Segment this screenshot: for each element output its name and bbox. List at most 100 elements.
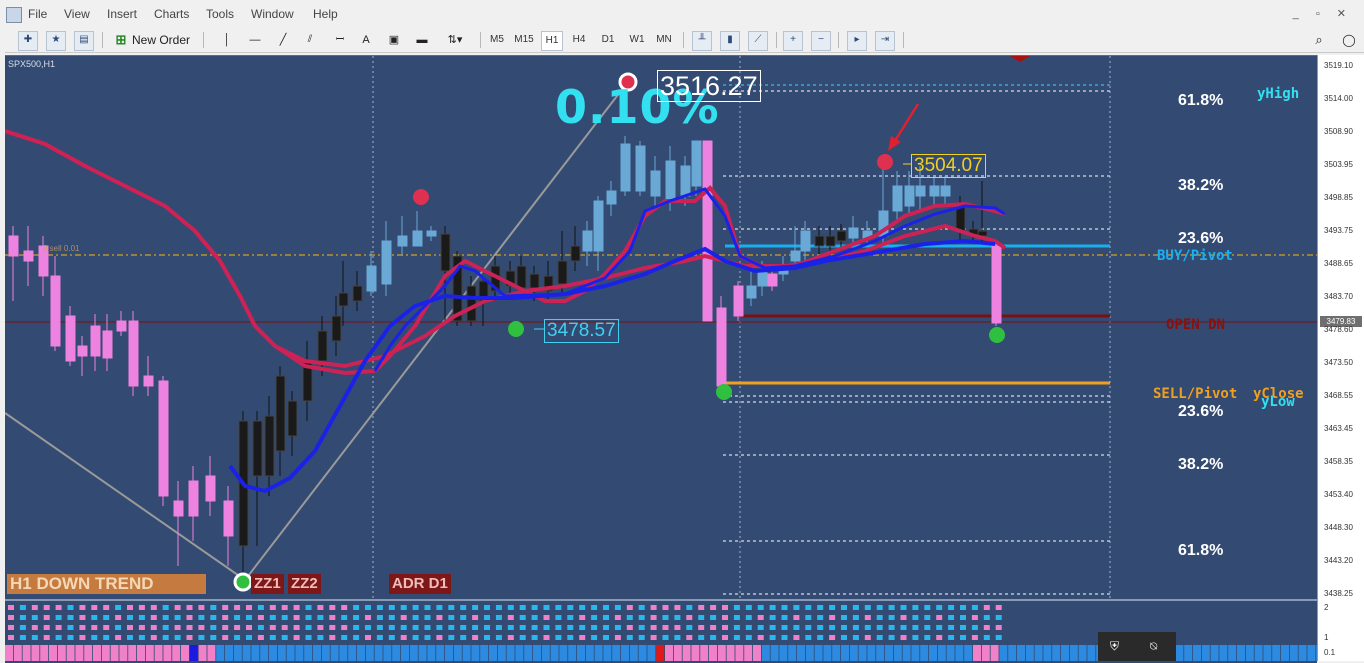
tf-w1[interactable]: W1: [627, 31, 647, 49]
indicator-bar: [145, 645, 154, 661]
indicator-dot: [579, 615, 586, 620]
search-icon[interactable]: ⌕: [1312, 31, 1326, 49]
tf-mn[interactable]: MN: [654, 31, 674, 49]
text-label-icon[interactable]: ▣: [386, 31, 402, 49]
menu-tools[interactable]: Tools: [206, 7, 234, 21]
line-chart-icon[interactable]: ⟋: [748, 31, 768, 51]
menu-insert[interactable]: Insert: [107, 7, 137, 21]
candle-body: [557, 260, 568, 285]
indicator-bar: [612, 645, 621, 661]
indicator-bar: [841, 645, 849, 661]
indicator-dot: [329, 605, 336, 610]
autoscroll-icon[interactable]: ▸: [847, 31, 867, 51]
candle-body: [264, 415, 275, 477]
indicator-bar: [13, 645, 22, 661]
chart-shift-icon[interactable]: ⇥: [875, 31, 895, 51]
indicator-dot: [936, 605, 943, 610]
shapes-dropdown-icon[interactable]: ⇅▾: [442, 31, 468, 49]
candle-body: [65, 315, 76, 362]
indicator-dot: [91, 625, 98, 630]
market-watch-icon[interactable]: ▤: [74, 31, 94, 51]
arrow-head: [888, 136, 901, 151]
tf-d1[interactable]: D1: [599, 31, 617, 49]
horizontal-line-icon[interactable]: —: [248, 31, 262, 49]
candle-body: [90, 325, 101, 357]
equidistant-channel-icon[interactable]: ⫽: [302, 31, 318, 49]
indicator-dot: [567, 635, 574, 640]
indicator-dot: [198, 605, 205, 610]
indicator-dot: [186, 615, 193, 620]
indicator-dot: [79, 605, 86, 610]
new-chart-icon[interactable]: ✚: [18, 31, 38, 51]
price-axis[interactable]: 3479.83 3519.10 3514.00 3508.90 3503.95 3498…: [1317, 55, 1364, 661]
profiles-icon[interactable]: ★: [46, 31, 66, 51]
indicator-dot: [246, 615, 252, 620]
indicator-dot: [317, 635, 324, 640]
tf-h4[interactable]: H4: [570, 31, 588, 49]
indicator-dot: [424, 615, 431, 620]
menu-charts[interactable]: Charts: [154, 7, 189, 21]
indicator-dot: [210, 625, 217, 630]
menu-help[interactable]: Help: [313, 7, 338, 21]
indicator-bar: [1052, 645, 1061, 661]
tf-m5[interactable]: M5: [488, 31, 506, 49]
swing-low-box: 3478.57: [544, 319, 619, 343]
tf-m15[interactable]: M15: [513, 31, 535, 49]
candlestick-chart-icon[interactable]: ▮: [720, 31, 740, 51]
indicator-dot: [174, 605, 181, 610]
indicator-dot: [555, 615, 562, 620]
indicator-bar: [1175, 645, 1184, 661]
bar-chart-icon[interactable]: ╨: [692, 31, 712, 51]
indicator-bar: [585, 645, 594, 661]
shield-icon[interactable]: ⛨: [1110, 639, 1119, 654]
indicator-dot: [995, 615, 1002, 620]
vertical-line-icon[interactable]: │: [222, 31, 232, 49]
restore-button[interactable]: ▫: [1316, 8, 1320, 20]
indicator-dot: [257, 615, 264, 620]
indicator-bar: [990, 645, 999, 661]
indicator-dot: [436, 605, 443, 610]
text-icon[interactable]: A: [360, 31, 372, 49]
indicator-bar: [638, 645, 647, 661]
close-button[interactable]: ✕: [1337, 8, 1346, 20]
indicator-bar: [269, 645, 277, 661]
candle-body: [570, 245, 581, 262]
price-chart[interactable]: SPX500,H1 0.10% 3516.27 3504.07 3478.57 …: [5, 55, 1317, 600]
chat-icon[interactable]: ◯: [1340, 31, 1358, 49]
zoom-in-icon[interactable]: +: [783, 31, 803, 51]
indicator-dot: [436, 615, 443, 620]
new-order-icon[interactable]: ⊞: [112, 31, 130, 49]
menu-file[interactable]: File: [28, 7, 47, 21]
indicator-dot: [257, 605, 264, 610]
trendline-icon[interactable]: ╱: [276, 31, 290, 49]
price-axis-label: 3438.25: [1324, 589, 1353, 598]
indicator-dot: [769, 635, 776, 640]
new-order-button[interactable]: New Order: [132, 31, 190, 49]
menu-view[interactable]: View: [64, 7, 90, 21]
rectangle-icon[interactable]: ▬: [414, 31, 430, 49]
tf-h1[interactable]: H1: [541, 31, 563, 51]
candle-body: [275, 375, 286, 452]
app-tray-icon[interactable]: ⍉: [1150, 639, 1157, 654]
candle-body: [635, 145, 646, 192]
minimize-button[interactable]: _: [1293, 8, 1299, 20]
indicator-dot: [626, 625, 633, 630]
indicator-dot: [198, 615, 205, 620]
indicator-bar: [154, 645, 163, 661]
indicator-dot: [781, 605, 788, 610]
indicator-bar: [409, 645, 418, 661]
indicator-dot: [698, 605, 705, 610]
indicator-dot: [603, 615, 609, 620]
menu-window[interactable]: Window: [251, 7, 294, 21]
fibonacci-icon[interactable]: 𝄩: [332, 31, 348, 49]
indicator-bar: [1025, 645, 1034, 661]
candle-body: [702, 140, 713, 322]
indicator-dot: [757, 615, 764, 620]
indicator-dot: [55, 625, 62, 630]
indicator-dot: [757, 605, 764, 610]
indicator-dot: [722, 625, 728, 630]
indicator-dot: [805, 615, 812, 620]
indicator-dot: [936, 625, 943, 630]
indicator-dot: [79, 635, 86, 640]
zoom-out-icon[interactable]: −: [811, 31, 831, 51]
